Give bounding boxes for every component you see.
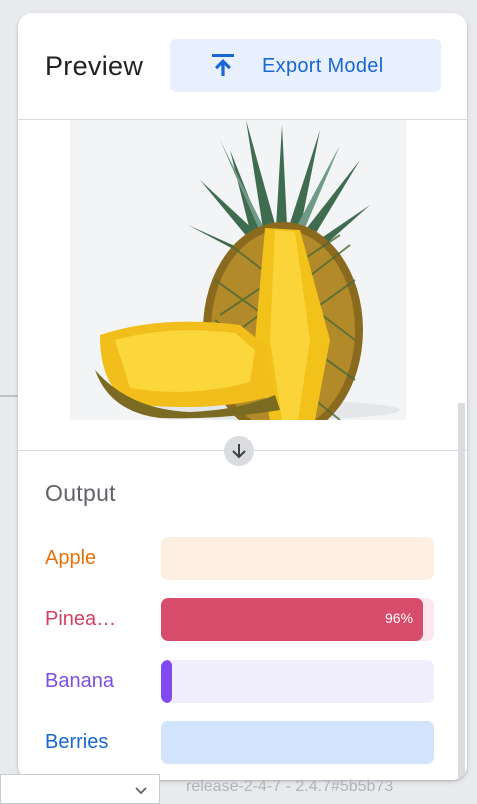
- confidence-bar: [161, 660, 434, 703]
- preview-title: Preview: [45, 51, 144, 81]
- background-divider: [0, 395, 18, 397]
- class-label: Apple: [45, 547, 97, 569]
- confidence-bar: 96%: [161, 598, 434, 641]
- class-label: Pinea…: [45, 608, 117, 630]
- version-dropdown[interactable]: [0, 774, 160, 804]
- class-label: Berries: [45, 731, 109, 753]
- pineapple-image: [70, 120, 406, 420]
- class-row-berries: Berries: [18, 721, 467, 765]
- confidence-fill: [161, 660, 172, 703]
- output-title: Output: [45, 480, 116, 506]
- preview-panel: Preview Export Model Output Apple Pinea……: [18, 13, 467, 780]
- confidence-bar: [161, 537, 434, 580]
- preview-image-area: [18, 120, 467, 451]
- upload-icon: [210, 53, 236, 77]
- release-version-text: release-2-4-7 - 2.4.7#5b5b73: [186, 778, 394, 795]
- confidence-percent: 96%: [385, 610, 414, 626]
- preview-header: Preview Export Model: [18, 13, 467, 120]
- arrow-down-button[interactable]: [224, 436, 254, 466]
- chevron-down-icon: [135, 787, 147, 795]
- confidence-fill: [161, 598, 423, 641]
- class-row-pineapple: Pinea… 96%: [18, 598, 467, 642]
- class-row-banana: Banana: [18, 660, 467, 704]
- class-label: Banana: [45, 670, 114, 692]
- export-model-label: Export Model: [262, 55, 384, 77]
- confidence-bar: [161, 721, 434, 764]
- export-model-button[interactable]: Export Model: [170, 39, 441, 92]
- class-row-apple: Apple: [18, 537, 467, 581]
- arrow-down-icon: [232, 444, 246, 459]
